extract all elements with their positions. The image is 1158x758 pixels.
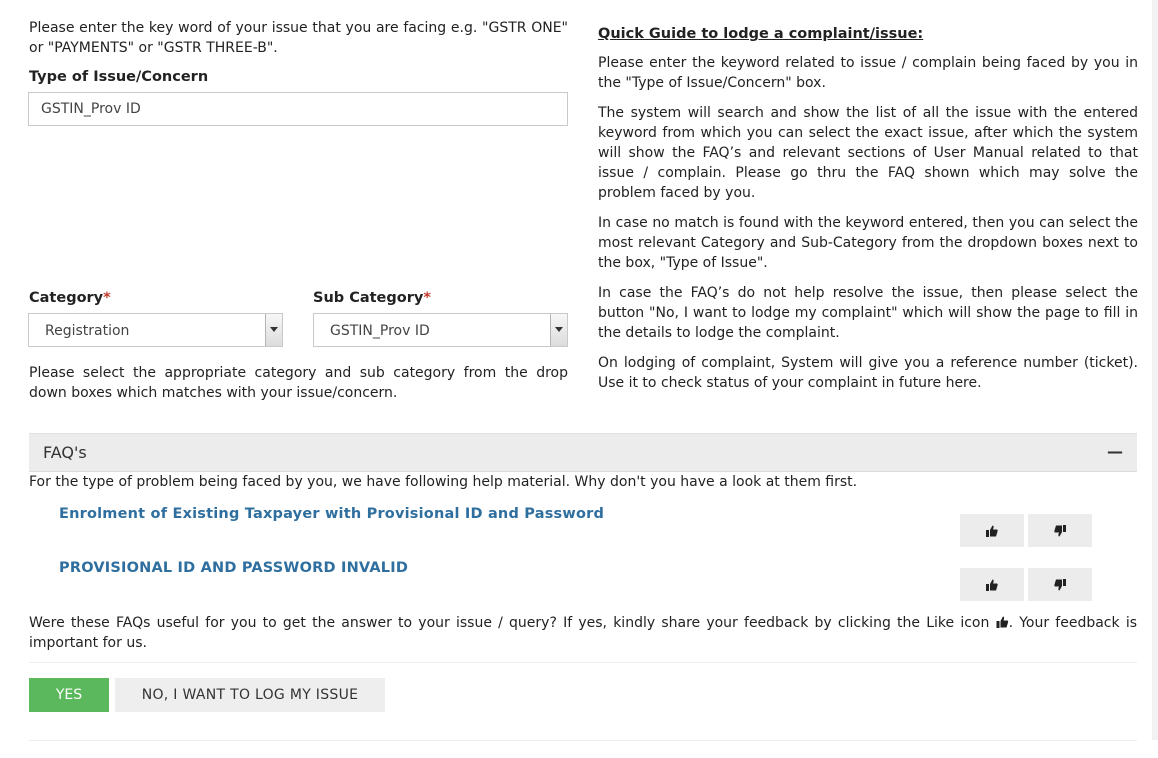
guide-paragraph-5: On lodging of complaint, System will giv… bbox=[598, 355, 1138, 391]
log-issue-button[interactable]: NO, I WANT TO LOG MY ISSUE bbox=[115, 678, 385, 712]
thumbs-up-icon bbox=[986, 525, 998, 537]
thumbs-up-icon bbox=[986, 579, 998, 591]
faq-header-title: FAQ's bbox=[43, 443, 87, 462]
yes-button[interactable]: YES bbox=[29, 678, 109, 712]
subcategory-label: Sub Category* bbox=[313, 290, 431, 306]
select-hint: Please select the appropriate category a… bbox=[29, 365, 568, 401]
chevron-down-icon[interactable] bbox=[550, 314, 567, 346]
chevron-down-icon[interactable] bbox=[265, 314, 282, 346]
dislike-button[interactable] bbox=[1028, 568, 1092, 601]
thumbs-down-icon bbox=[1054, 525, 1066, 537]
keyword-hint: Please enter the key word of your issue … bbox=[29, 20, 568, 56]
like-button[interactable] bbox=[960, 514, 1024, 547]
guide-paragraph-2: The system will search and show the list… bbox=[598, 105, 1138, 201]
subcategory-select-value: GSTIN_Prov ID bbox=[330, 323, 430, 339]
divider bbox=[29, 662, 1137, 663]
like-button[interactable] bbox=[960, 568, 1024, 601]
guide-paragraph-3: In case no match is found with the keywo… bbox=[598, 215, 1138, 271]
collapse-icon[interactable]: — bbox=[1107, 442, 1123, 461]
type-of-issue-label: Type of Issue/Concern bbox=[29, 69, 209, 85]
scrollbar-track[interactable] bbox=[1152, 0, 1158, 740]
faq-header-bar[interactable]: FAQ's — bbox=[29, 433, 1137, 472]
feedback-text: Were these FAQs useful for you to get th… bbox=[29, 615, 1137, 651]
category-select-value: Registration bbox=[45, 323, 130, 339]
divider bbox=[29, 740, 1137, 741]
subcategory-select[interactable]: GSTIN_Prov ID bbox=[313, 313, 568, 347]
thumbs-up-icon bbox=[996, 616, 1008, 628]
thumbs-down-icon bbox=[1054, 579, 1066, 591]
dislike-button[interactable] bbox=[1028, 514, 1092, 547]
category-select[interactable]: Registration bbox=[28, 313, 283, 347]
type-of-issue-input[interactable]: GSTIN_Prov ID bbox=[28, 92, 568, 126]
category-label: Category* bbox=[29, 290, 111, 306]
guide-paragraph-1: Please enter the keyword related to issu… bbox=[598, 55, 1138, 91]
faq-item-link[interactable]: PROVISIONAL ID AND PASSWORD INVALID bbox=[59, 560, 408, 576]
faq-item-link[interactable]: Enrolment of Existing Taxpayer with Prov… bbox=[59, 506, 604, 522]
faq-intro: For the type of problem being faced by y… bbox=[29, 474, 858, 490]
guide-paragraph-4: In case the FAQ’s do not help resolve th… bbox=[598, 285, 1138, 341]
quick-guide-title: Quick Guide to lodge a complaint/issue: bbox=[598, 26, 924, 42]
